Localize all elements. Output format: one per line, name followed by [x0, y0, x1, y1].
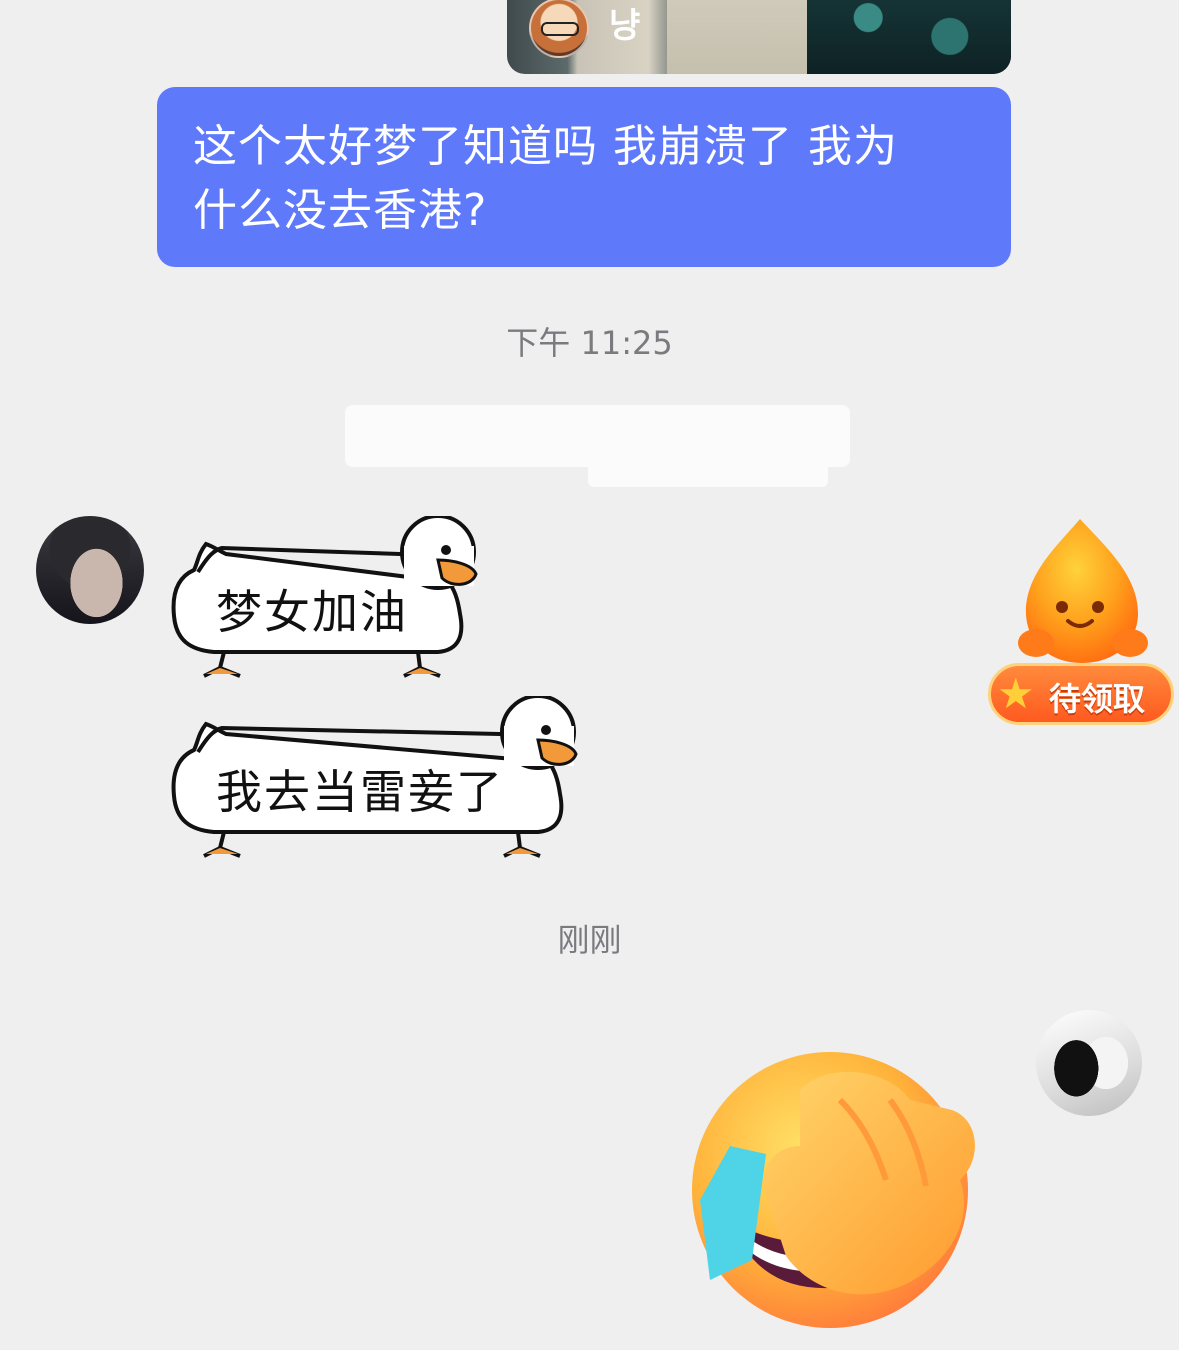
duck-sticker-text: 梦女加油	[216, 585, 408, 639]
outgoing-message-line-2: 什么没去香港?	[193, 185, 488, 236]
contact-avatar[interactable]	[36, 516, 144, 624]
duck-sticker-text: 我去当雷妾了	[216, 765, 504, 819]
duck-text-sticker[interactable]: 梦女加油	[168, 516, 488, 681]
message-timestamp: 下午 11:25	[506, 324, 673, 362]
orange-droplet-mascot-icon	[1018, 519, 1148, 663]
duck-text-sticker[interactable]: 我去当雷妾了	[168, 696, 588, 861]
face-palm-laughing-emoji-icon	[692, 1052, 975, 1328]
video-creator-avatar[interactable]	[529, 0, 589, 58]
video-creator-name: 냥	[609, 6, 641, 46]
my-avatar[interactable]	[1036, 1010, 1142, 1116]
reward-badge-label: 待领取	[1049, 680, 1146, 718]
video-thumbnail-figure	[667, 0, 807, 74]
shared-video-card[interactable]: 냥	[507, 0, 1011, 74]
emoji-message[interactable]	[690, 1050, 982, 1330]
outgoing-message-line-1: 这个太好梦了知道吗 我崩溃了 我为	[193, 121, 898, 172]
reward-widget[interactable]: ★ 待领取	[988, 515, 1176, 730]
star-icon: ★	[997, 669, 1035, 718]
video-thumbnail-pattern	[807, 0, 1011, 74]
message-timestamp: 刚刚	[557, 921, 622, 959]
reward-badge[interactable]: ★ 待领取	[988, 663, 1174, 725]
outgoing-message-bubble[interactable]: 这个太好梦了知道吗 我崩溃了 我为 什么没去香港?	[157, 87, 1011, 267]
redacted-block-tail	[588, 455, 828, 487]
